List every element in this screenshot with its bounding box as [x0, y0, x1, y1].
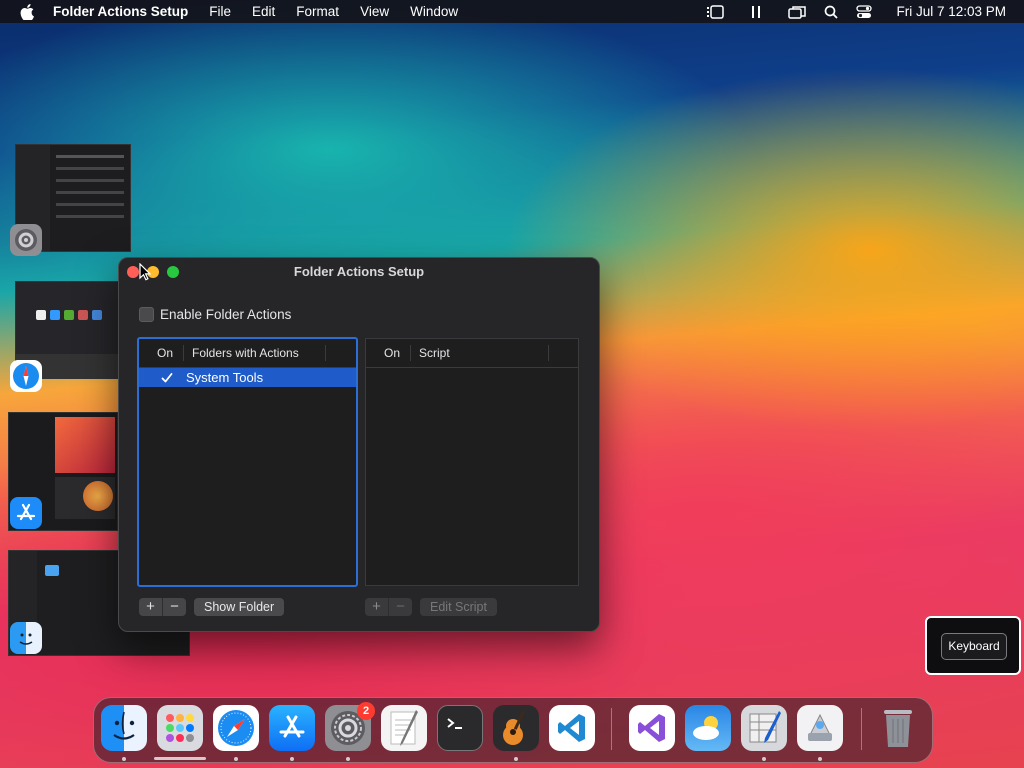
trash-icon[interactable]: [875, 705, 921, 751]
add-script-button[interactable]: +: [365, 598, 388, 616]
apple-menu-icon[interactable]: [20, 3, 34, 20]
menu-file[interactable]: File: [209, 4, 231, 19]
folders-header-on[interactable]: On: [139, 346, 183, 360]
add-folder-button[interactable]: +: [139, 598, 162, 616]
menu-window[interactable]: Window: [410, 4, 458, 19]
show-folder-button[interactable]: Show Folder: [194, 598, 285, 616]
screen-mirroring-icon[interactable]: [788, 5, 807, 19]
automator-icon[interactable]: [797, 705, 843, 751]
weather-icon[interactable]: [685, 705, 731, 751]
enable-folder-actions-row[interactable]: Enable Folder Actions: [139, 307, 291, 322]
folders-table[interactable]: On Folders with Actions System Tools: [137, 337, 358, 587]
terminal-icon[interactable]: [437, 705, 483, 751]
finder-icon: [10, 622, 42, 654]
remove-script-button[interactable]: −: [388, 598, 412, 616]
launchpad-icon[interactable]: [157, 705, 203, 751]
garageband-icon[interactable]: [493, 705, 539, 751]
safari-icon[interactable]: [213, 705, 259, 751]
edit-script-button[interactable]: Edit Script: [420, 598, 497, 616]
folders-header-name[interactable]: Folders with Actions: [183, 345, 299, 361]
notification-badge: 2: [357, 702, 375, 720]
mouse-pointer-icon: [139, 263, 151, 281]
folders-table-header: On Folders with Actions: [139, 339, 356, 368]
pause-status-icon[interactable]: [750, 5, 762, 19]
app-store-icon[interactable]: [269, 705, 315, 751]
visual-studio-icon[interactable]: [629, 705, 675, 751]
app-name-menu[interactable]: Folder Actions Setup: [53, 4, 188, 19]
folder-actions-setup-window: Folder Actions Setup Enable Folder Actio…: [118, 257, 600, 632]
textedit-icon[interactable]: [381, 705, 427, 751]
enable-folder-actions-checkbox[interactable]: [139, 307, 154, 322]
table-row[interactable]: System Tools: [139, 368, 356, 387]
stage-manager-status-icon[interactable]: [706, 4, 725, 19]
keyboard-hud: Keyboard: [925, 616, 1021, 675]
scripts-add-remove-control: + −: [365, 598, 412, 616]
scripts-table[interactable]: On Script: [365, 338, 579, 586]
scripts-button-bar: + − Edit Script: [365, 598, 497, 616]
menu-format[interactable]: Format: [296, 4, 339, 19]
row-enabled-checkmark-icon[interactable]: [161, 372, 173, 384]
remove-folder-button[interactable]: −: [162, 598, 186, 616]
enable-folder-actions-label: Enable Folder Actions: [160, 307, 292, 322]
folders-button-bar: + − Show Folder: [139, 598, 285, 616]
spotlight-search-icon[interactable]: [824, 5, 839, 19]
safari-icon: [10, 360, 42, 392]
menu-bar: Folder Actions Setup File Edit Format Vi…: [0, 0, 1024, 23]
system-settings-icon: [10, 224, 42, 256]
folders-add-remove-control: + −: [139, 598, 186, 616]
app-store-icon: [10, 497, 42, 529]
script-editor-icon[interactable]: [741, 705, 787, 751]
menu-edit[interactable]: Edit: [252, 4, 275, 19]
scripts-header-on[interactable]: On: [366, 346, 410, 360]
folder-name: System Tools: [186, 370, 264, 385]
dock: 2: [93, 697, 933, 763]
menubar-clock[interactable]: Fri Jul 7 12:03 PM: [896, 4, 1006, 19]
vscode-icon[interactable]: [549, 705, 595, 751]
scripts-table-header: On Script: [366, 339, 578, 368]
scripts-header-script[interactable]: Script: [410, 345, 450, 361]
window-title: Folder Actions Setup: [293, 264, 425, 279]
keyboard-button[interactable]: Keyboard: [941, 633, 1007, 660]
window-titlebar[interactable]: Folder Actions Setup: [119, 258, 599, 286]
control-center-icon[interactable]: [856, 4, 873, 19]
menu-view[interactable]: View: [360, 4, 389, 19]
finder-icon[interactable]: [101, 705, 147, 751]
